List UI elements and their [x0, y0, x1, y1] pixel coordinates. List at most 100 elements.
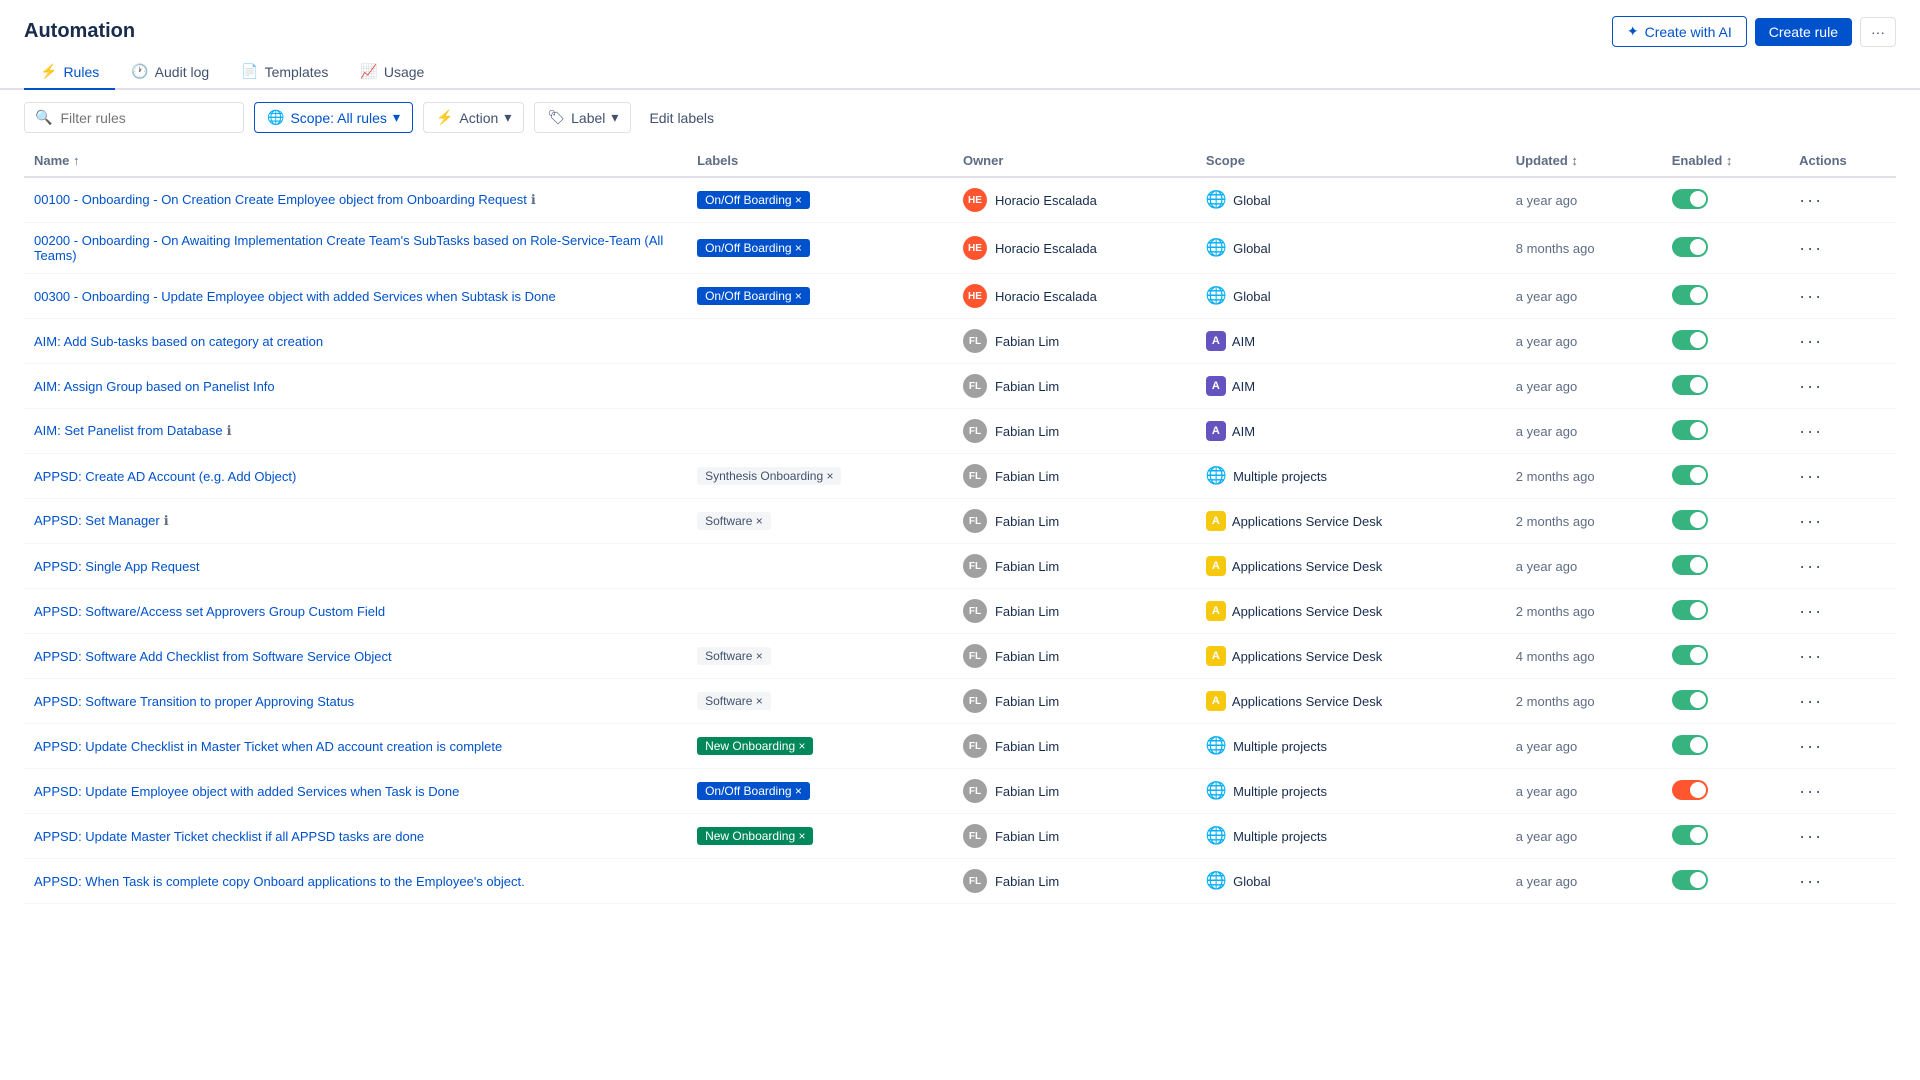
actions-menu-button[interactable]: ··· — [1799, 601, 1823, 621]
rule-enabled-cell — [1662, 859, 1789, 904]
toolbar: 🔍 🌐 Scope: All rules ▾ ⚡ Action ▾ 🏷 Labe… — [0, 90, 1920, 145]
owner-name: Horacio Escalada — [995, 241, 1097, 256]
label-tag[interactable]: On/Off Boarding × — [697, 782, 810, 800]
col-enabled[interactable]: Enabled ↕ — [1662, 145, 1789, 177]
tab-usage[interactable]: 📈 Usage — [344, 55, 440, 90]
actions-menu-button[interactable]: ··· — [1799, 466, 1823, 486]
enabled-toggle[interactable] — [1672, 645, 1708, 665]
rule-name-link[interactable]: APPSD: Software Add Checklist from Softw… — [34, 649, 392, 664]
actions-menu-button[interactable]: ··· — [1799, 556, 1823, 576]
rule-updated-cell: a year ago — [1506, 859, 1662, 904]
search-box[interactable]: 🔍 — [24, 102, 244, 133]
actions-menu-button[interactable]: ··· — [1799, 511, 1823, 531]
actions-menu-button[interactable]: ··· — [1799, 286, 1823, 306]
search-icon: 🔍 — [35, 109, 52, 126]
rule-owner-cell: HEHoracio Escalada — [953, 177, 1196, 223]
scope-label: Applications Service Desk — [1232, 559, 1382, 574]
rule-enabled-cell — [1662, 454, 1789, 499]
enabled-toggle[interactable] — [1672, 555, 1708, 575]
rule-name-link[interactable]: 00200 - Onboarding - On Awaiting Impleme… — [34, 233, 663, 263]
edit-labels-button[interactable]: Edit labels — [641, 104, 722, 132]
actions-menu-button[interactable]: ··· — [1799, 781, 1823, 801]
label-tag[interactable]: Software × — [697, 647, 771, 665]
enabled-toggle[interactable] — [1672, 870, 1708, 890]
label-filter-button[interactable]: 🏷 Label ▾ — [534, 102, 631, 133]
label-tag[interactable]: On/Off Boarding × — [697, 191, 810, 209]
rule-owner-cell: FLFabian Lim — [953, 679, 1196, 724]
rule-name-link[interactable]: APPSD: Update Checklist in Master Ticket… — [34, 739, 502, 754]
actions-menu-button[interactable]: ··· — [1799, 421, 1823, 441]
tab-templates[interactable]: 📄 Templates — [225, 55, 344, 90]
rule-name-link[interactable]: APPSD: Set Manager — [34, 513, 160, 528]
create-rule-button[interactable]: Create rule — [1755, 18, 1852, 46]
enabled-toggle[interactable] — [1672, 420, 1708, 440]
rule-name-link[interactable]: AIM: Add Sub-tasks based on category at … — [34, 334, 323, 349]
enabled-toggle[interactable] — [1672, 825, 1708, 845]
col-updated[interactable]: Updated ↕ — [1506, 145, 1662, 177]
rule-name-link[interactable]: APPSD: Single App Request — [34, 559, 200, 574]
rule-name-link[interactable]: APPSD: Software Transition to proper App… — [34, 694, 354, 709]
rule-name-cell: APPSD: Software Add Checklist from Softw… — [24, 634, 687, 679]
rule-name-link[interactable]: APPSD: Update Master Ticket checklist if… — [34, 829, 424, 844]
more-options-button[interactable]: ··· — [1860, 17, 1896, 47]
label-tag[interactable]: New Onboarding × — [697, 827, 813, 845]
table-header-row: Name ↑ Labels Owner Scope Updated ↕ Enab… — [24, 145, 1896, 177]
tab-rules[interactable]: ⚡ Rules — [24, 55, 115, 90]
label-tag[interactable]: On/Off Boarding × — [697, 239, 810, 257]
enabled-toggle[interactable] — [1672, 330, 1708, 350]
rule-name-link[interactable]: AIM: Set Panelist from Database — [34, 423, 223, 438]
avatar: FL — [963, 824, 987, 848]
enabled-toggle[interactable] — [1672, 780, 1708, 800]
label-tag[interactable]: Software × — [697, 692, 771, 710]
table-row: AIM: Set Panelist from DatabaseℹFLFabian… — [24, 409, 1896, 454]
rule-name-link[interactable]: APPSD: Software/Access set Approvers Gro… — [34, 604, 385, 619]
actions-menu-button[interactable]: ··· — [1799, 190, 1823, 210]
enabled-toggle[interactable] — [1672, 237, 1708, 257]
actions-menu-button[interactable]: ··· — [1799, 871, 1823, 891]
rule-owner-cell: FLFabian Lim — [953, 634, 1196, 679]
rule-name-link[interactable]: APPSD: Create AD Account (e.g. Add Objec… — [34, 469, 296, 484]
actions-menu-button[interactable]: ··· — [1799, 736, 1823, 756]
rule-owner-cell: FLFabian Lim — [953, 409, 1196, 454]
actions-menu-button[interactable]: ··· — [1799, 826, 1823, 846]
scope-filter-button[interactable]: 🌐 Scope: All rules ▾ — [254, 102, 413, 133]
label-tag[interactable]: New Onboarding × — [697, 737, 813, 755]
actions-menu-button[interactable]: ··· — [1799, 376, 1823, 396]
col-name[interactable]: Name ↑ — [24, 145, 687, 177]
scope-label: Multiple projects — [1233, 469, 1327, 484]
search-input[interactable] — [60, 110, 233, 126]
rule-name-link[interactable]: APPSD: When Task is complete copy Onboar… — [34, 874, 525, 889]
rule-owner-cell: FLFabian Lim — [953, 589, 1196, 634]
col-owner: Owner — [953, 145, 1196, 177]
actions-menu-button[interactable]: ··· — [1799, 646, 1823, 666]
create-with-ai-button[interactable]: ✦ Create with AI — [1612, 16, 1747, 47]
enabled-toggle[interactable] — [1672, 375, 1708, 395]
actions-menu-button[interactable]: ··· — [1799, 331, 1823, 351]
rule-name-link[interactable]: 00100 - Onboarding - On Creation Create … — [34, 192, 527, 207]
rule-scope-cell: AApplications Service Desk — [1196, 679, 1506, 724]
actions-menu-button[interactable]: ··· — [1799, 691, 1823, 711]
avatar: FL — [963, 554, 987, 578]
action-filter-button[interactable]: ⚡ Action ▾ — [423, 102, 524, 133]
label-tag[interactable]: Synthesis Onboarding × — [697, 467, 841, 485]
enabled-toggle[interactable] — [1672, 690, 1708, 710]
tab-audit-log[interactable]: 🕐 Audit log — [115, 55, 225, 90]
enabled-toggle[interactable] — [1672, 285, 1708, 305]
label-tag[interactable]: On/Off Boarding × — [697, 287, 810, 305]
rule-owner-cell: FLFabian Lim — [953, 364, 1196, 409]
label-tag[interactable]: Software × — [697, 512, 771, 530]
enabled-toggle[interactable] — [1672, 189, 1708, 209]
table-row: APPSD: Create AD Account (e.g. Add Objec… — [24, 454, 1896, 499]
rule-name-link[interactable]: 00300 - Onboarding - Update Employee obj… — [34, 289, 556, 304]
rule-actions-cell: ··· — [1789, 634, 1896, 679]
rule-name-link[interactable]: AIM: Assign Group based on Panelist Info — [34, 379, 275, 394]
actions-menu-button[interactable]: ··· — [1799, 238, 1823, 258]
enabled-toggle[interactable] — [1672, 600, 1708, 620]
enabled-toggle[interactable] — [1672, 735, 1708, 755]
owner-name: Fabian Lim — [995, 739, 1059, 754]
enabled-toggle[interactable] — [1672, 465, 1708, 485]
owner-name: Fabian Lim — [995, 469, 1059, 484]
rule-labels-cell: On/Off Boarding × — [687, 769, 953, 814]
rule-name-link[interactable]: APPSD: Update Employee object with added… — [34, 784, 459, 799]
enabled-toggle[interactable] — [1672, 510, 1708, 530]
